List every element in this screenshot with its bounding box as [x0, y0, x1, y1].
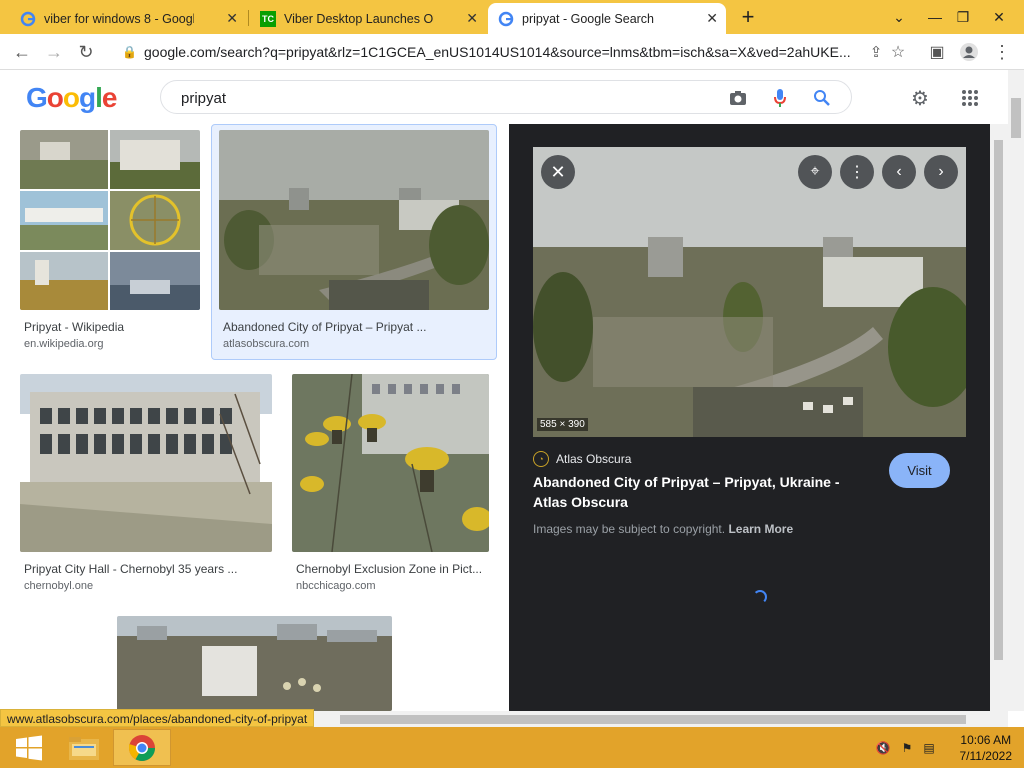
windows-logo-icon [16, 735, 42, 760]
tab-viber-techcrunch[interactable]: TC Viber Desktop Launches On Wind ✕ [250, 3, 486, 34]
restore-button[interactable]: ❐ [946, 0, 980, 34]
next-image-icon[interactable]: › [924, 155, 958, 189]
url-text: google.com/search?q=pripyat&rlz=1C1GCEA_… [144, 44, 851, 60]
results-scrollbar[interactable] [990, 124, 1008, 711]
result-thumbnail[interactable] [219, 130, 489, 310]
tab-strip: viber for windows 8 - Google Sea ✕ TC Vi… [0, 0, 1024, 34]
close-tab-icon[interactable]: ✕ [226, 10, 238, 27]
result-source: chernobyl.one [24, 580, 94, 592]
search-input[interactable] [181, 88, 701, 108]
side-panel-icon[interactable]: ▣ [925, 40, 949, 64]
more-options-icon[interactable]: ⋮ [840, 155, 874, 189]
profile-icon[interactable] [957, 40, 981, 64]
lens-search-icon[interactable]: ⌖ [798, 155, 832, 189]
chrome-taskbar-button[interactable] [113, 729, 171, 766]
network-icon[interactable]: ▤ [920, 739, 938, 757]
address-bar[interactable]: 🔒 google.com/search?q=pripyat&rlz=1C1GCE… [112, 37, 912, 67]
back-icon[interactable]: ← [10, 40, 34, 64]
image-preview-panel: 585 × 390 ✕ ⌖ ⋮ ‹ › ◔ Atlas Obscura Aban… [509, 124, 990, 711]
system-clock[interactable]: 10:06 AM 7/11/2022 [960, 732, 1013, 764]
page-scrollbar[interactable] [1008, 70, 1024, 711]
clock-time: 10:06 AM [960, 733, 1012, 747]
result-card-atlasobscura[interactable]: Abandoned City of Pripyat – Pripyat ... … [219, 130, 489, 355]
result-source: atlasobscura.com [223, 338, 310, 350]
result-card-aerial[interactable] [20, 616, 489, 711]
flag-icon[interactable]: ⚑ [898, 739, 916, 757]
windows-taskbar: 🔇 ⚑ ▤ 10:06 AM 7/11/2022 [0, 727, 1024, 768]
result-caption[interactable]: Chernobyl Exclusion Zone in Pict... [296, 562, 486, 576]
file-explorer-button[interactable] [55, 729, 113, 766]
status-url: www.atlasobscura.com/places/abandoned-ci… [0, 709, 315, 727]
preview-site[interactable]: ◔ Atlas Obscura [533, 451, 631, 467]
star-icon[interactable]: ☆ [886, 40, 910, 64]
result-card-nbcchicago[interactable]: Chernobyl Exclusion Zone in Pict... nbcc… [292, 374, 489, 594]
browser-toolbar: ← → ↻ 🔒 google.com/search?q=pripyat&rlz=… [0, 34, 1024, 70]
chevron-down-icon[interactable]: ⌄ [882, 0, 916, 34]
image-dimensions: 585 × 390 [537, 418, 588, 431]
google-logo[interactable]: Google [26, 82, 117, 114]
forward-icon[interactable]: → [42, 40, 66, 64]
result-thumbnail[interactable] [292, 374, 489, 552]
microphone-icon[interactable] [769, 87, 791, 109]
techcrunch-icon: TC [260, 10, 276, 27]
folder-icon [69, 736, 99, 760]
tab-separator [248, 10, 249, 26]
atlas-obscura-icon: ◔ [533, 451, 549, 467]
scrollbar-thumb[interactable] [340, 715, 966, 724]
apps-grid-icon[interactable] [958, 86, 982, 110]
visit-button[interactable]: Visit [889, 453, 950, 488]
share-icon[interactable]: ⇪ [864, 40, 888, 64]
lock-icon: 🔒 [122, 45, 137, 59]
camera-icon[interactable] [727, 87, 749, 109]
result-thumbnail[interactable] [20, 130, 200, 310]
loading-spinner-icon [753, 590, 767, 604]
close-tab-icon[interactable]: ✕ [466, 10, 478, 27]
result-card-wikipedia[interactable]: Pripyat - Wikipedia en.wikipedia.org [20, 130, 200, 355]
copyright-note: Images may be subject to copyright. Lear… [533, 522, 794, 536]
learn-more-link[interactable]: Learn More [728, 522, 793, 536]
image-results: Pripyat - Wikipedia en.wikipedia.org Aba… [0, 124, 509, 711]
new-tab-button[interactable]: + [731, 0, 765, 34]
result-card-cityhall[interactable]: Pripyat City Hall - Chernobyl 35 years .… [20, 374, 272, 594]
google-header: Google ⚙ [0, 70, 1008, 124]
previous-image-icon[interactable]: ‹ [882, 155, 916, 189]
preview-title[interactable]: Abandoned City of Pripyat – Pripyat, Ukr… [533, 472, 863, 512]
result-source: en.wikipedia.org [24, 338, 104, 350]
speaker-muted-icon[interactable]: 🔇 [874, 739, 892, 757]
clock-date: 7/11/2022 [959, 749, 1013, 763]
result-caption[interactable]: Pripyat City Hall - Chernobyl 35 years .… [24, 562, 268, 576]
scrollbar-thumb[interactable] [994, 140, 1003, 660]
result-thumbnail[interactable] [20, 374, 272, 552]
result-thumbnail[interactable] [117, 616, 392, 711]
gear-icon[interactable]: ⚙ [908, 86, 932, 110]
result-caption[interactable]: Abandoned City of Pripyat – Pripyat ... [223, 320, 453, 334]
search-icon[interactable] [811, 87, 833, 109]
result-caption[interactable]: Pripyat - Wikipedia [24, 320, 200, 334]
menu-dots-icon[interactable]: ⋮ [990, 40, 1014, 64]
google-icon [20, 11, 36, 27]
chrome-icon [128, 734, 156, 761]
close-window-button[interactable]: ✕ [982, 0, 1016, 34]
result-source: nbcchicago.com [296, 580, 376, 592]
google-icon [498, 11, 514, 27]
close-tab-icon[interactable]: ✕ [706, 10, 718, 27]
close-preview-button[interactable]: ✕ [541, 155, 575, 189]
tab-pripyat-search[interactable]: pripyat - Google Search ✕ [488, 3, 726, 34]
search-box [160, 80, 852, 114]
start-button[interactable] [0, 729, 58, 766]
preview-image[interactable]: 585 × 390 [533, 147, 966, 437]
scrollbar-thumb[interactable] [1011, 98, 1021, 138]
reload-icon[interactable]: ↻ [74, 40, 98, 64]
tab-viber-search[interactable]: viber for windows 8 - Google Sea ✕ [10, 3, 246, 34]
